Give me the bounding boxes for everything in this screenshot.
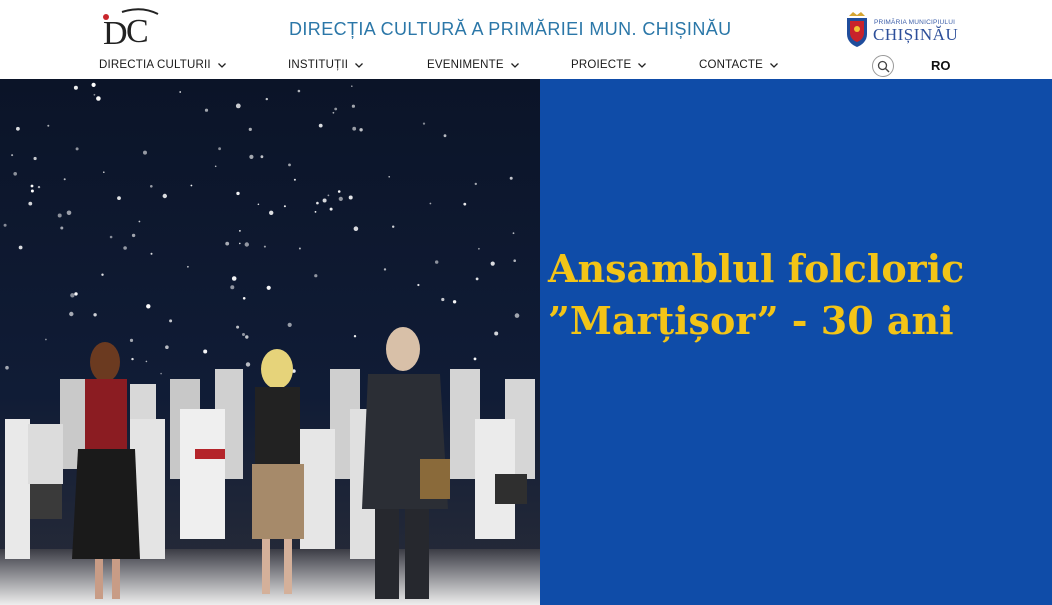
chevron-down-icon — [636, 59, 648, 71]
nav-item-proiecte[interactable]: PROIECTE — [571, 59, 648, 71]
chisinau-city-logo[interactable]: PRIMĂRIA MUNICIPIULUI CHIȘINĂU — [845, 10, 959, 48]
main-navigation: DIRECTIA CULTURII INSTITUȚII EVENIMENTE … — [0, 59, 1052, 77]
svg-text:C: C — [126, 13, 149, 50]
language-switcher[interactable]: RO — [931, 58, 951, 73]
nav-item-contacte[interactable]: CONTACTE — [699, 59, 780, 71]
hero-title-line-1: Ansamblul folcloric — [548, 246, 965, 291]
city-crest-icon — [845, 10, 869, 48]
svg-text:D: D — [103, 15, 128, 52]
nav-item-label: EVENIMENTE — [427, 59, 504, 71]
city-logo-name: CHIȘINĂU — [873, 25, 959, 44]
search-button[interactable] — [872, 55, 894, 77]
site-header: D C DIRECȚIA CULTURĂ A PRIMĂRIEI MUN. CH… — [0, 0, 1052, 79]
nav-item-directia-culturii[interactable]: DIRECTIA CULTURII — [99, 59, 228, 71]
chevron-down-icon — [353, 59, 365, 71]
site-title[interactable]: DIRECȚIA CULTURĂ A PRIMĂRIEI MUN. CHIȘIN… — [289, 19, 732, 40]
nav-item-institutii[interactable]: INSTITUȚII — [288, 59, 365, 71]
hero-title-panel: Ansamblul folcloric ”Marțișor” - 30 ani — [540, 79, 1052, 605]
search-icon — [877, 60, 890, 73]
hero-title[interactable]: Ansamblul folcloric ”Marțișor” - 30 ani — [548, 243, 1048, 347]
hero-photo — [0, 79, 540, 605]
hero-title-line-2: ”Marțișor” - 30 ani — [548, 298, 954, 343]
dc-logo[interactable]: D C — [100, 6, 164, 52]
chevron-down-icon — [216, 59, 228, 71]
chevron-down-icon — [509, 59, 521, 71]
nav-item-evenimente[interactable]: EVENIMENTE — [427, 59, 521, 71]
nav-item-label: INSTITUȚII — [288, 59, 349, 71]
nav-item-label: DIRECTIA CULTURII — [99, 59, 211, 71]
chevron-down-icon — [768, 59, 780, 71]
nav-item-label: CONTACTE — [699, 59, 763, 71]
nav-item-label: PROIECTE — [571, 59, 632, 71]
